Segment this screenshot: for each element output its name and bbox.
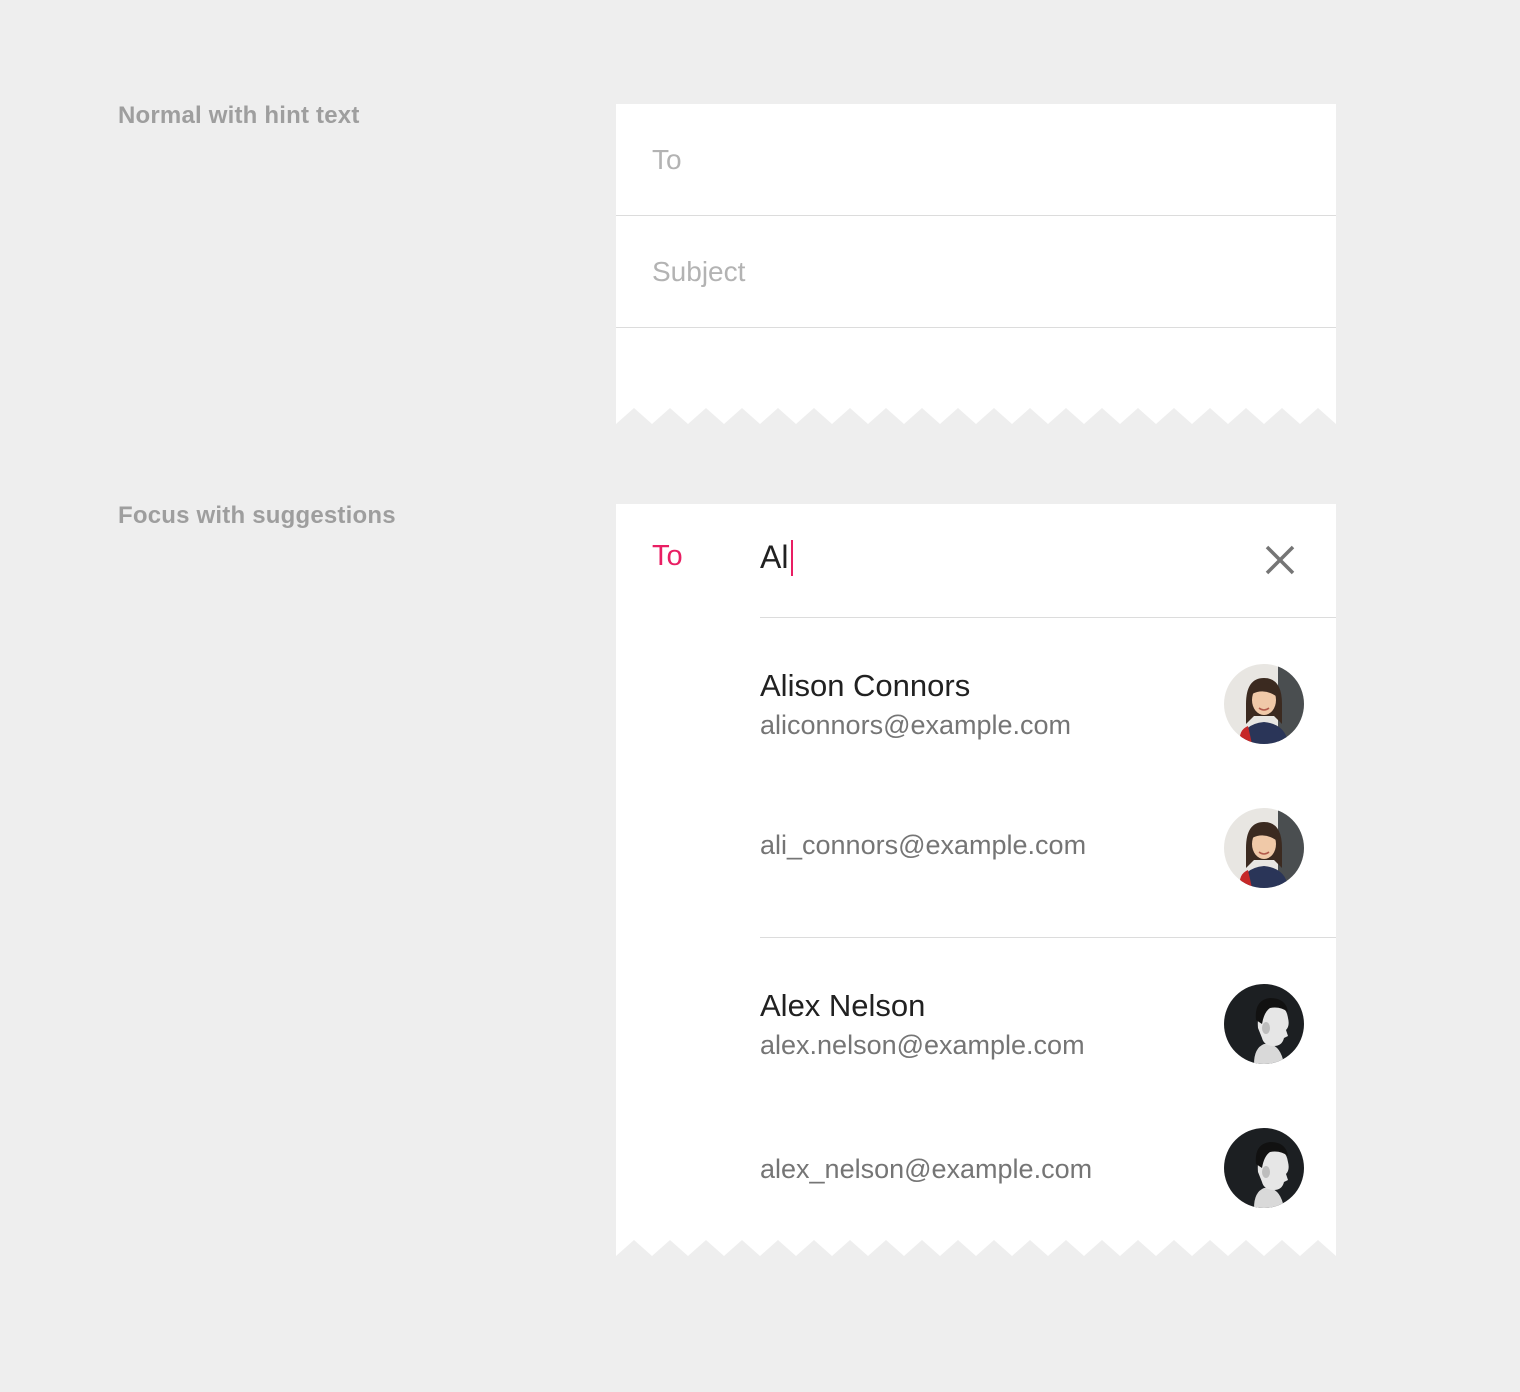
avatar <box>1224 664 1304 744</box>
to-label: To <box>652 540 683 572</box>
to-input[interactable] <box>652 140 1292 180</box>
clear-button[interactable] <box>1256 536 1304 584</box>
compose-card-focus: To Al Alison Connors aliconnors@example.… <box>616 504 1336 1256</box>
avatar <box>1224 984 1304 1064</box>
avatar <box>1224 808 1304 888</box>
suggestion-email: aliconnors@example.com <box>760 710 1072 740</box>
torn-edge <box>616 408 1336 424</box>
subject-input[interactable] <box>652 252 1292 292</box>
text-caret <box>791 539 794 576</box>
to-input-focused[interactable]: Al <box>760 537 794 577</box>
suggestion-item[interactable]: Alison Connors aliconnors@example.com <box>760 618 1336 778</box>
suggestion-email: alex_nelson@example.com <box>760 1154 1093 1184</box>
section-label-focus: Focus with suggestions <box>118 502 396 529</box>
alison-avatar-icon <box>1224 664 1304 744</box>
close-icon <box>1265 545 1295 575</box>
compose-card-normal <box>616 104 1336 424</box>
torn-edge <box>616 1240 1336 1256</box>
alex-avatar-icon <box>1224 984 1304 1064</box>
suggestion-email: alex.nelson@example.com <box>760 1030 1085 1060</box>
suggestion-item[interactable]: ali_connors@example.com <box>760 778 1336 936</box>
typed-text: Al <box>760 539 789 575</box>
suggestion-name: Alison Connors <box>760 668 971 703</box>
avatar <box>1224 1128 1304 1208</box>
to-field-row <box>616 104 1336 216</box>
suggestion-name: Alex Nelson <box>760 988 926 1023</box>
suggestion-item[interactable]: Alex Nelson alex.nelson@example.com <box>760 938 1336 1098</box>
section-label-normal: Normal with hint text <box>118 102 360 129</box>
alison-avatar-icon <box>1224 808 1304 888</box>
subject-field-row <box>616 216 1336 328</box>
suggestion-email: ali_connors@example.com <box>760 830 1087 860</box>
suggestion-item[interactable]: alex_nelson@example.com <box>760 1098 1336 1256</box>
alex-avatar-icon <box>1224 1128 1304 1208</box>
